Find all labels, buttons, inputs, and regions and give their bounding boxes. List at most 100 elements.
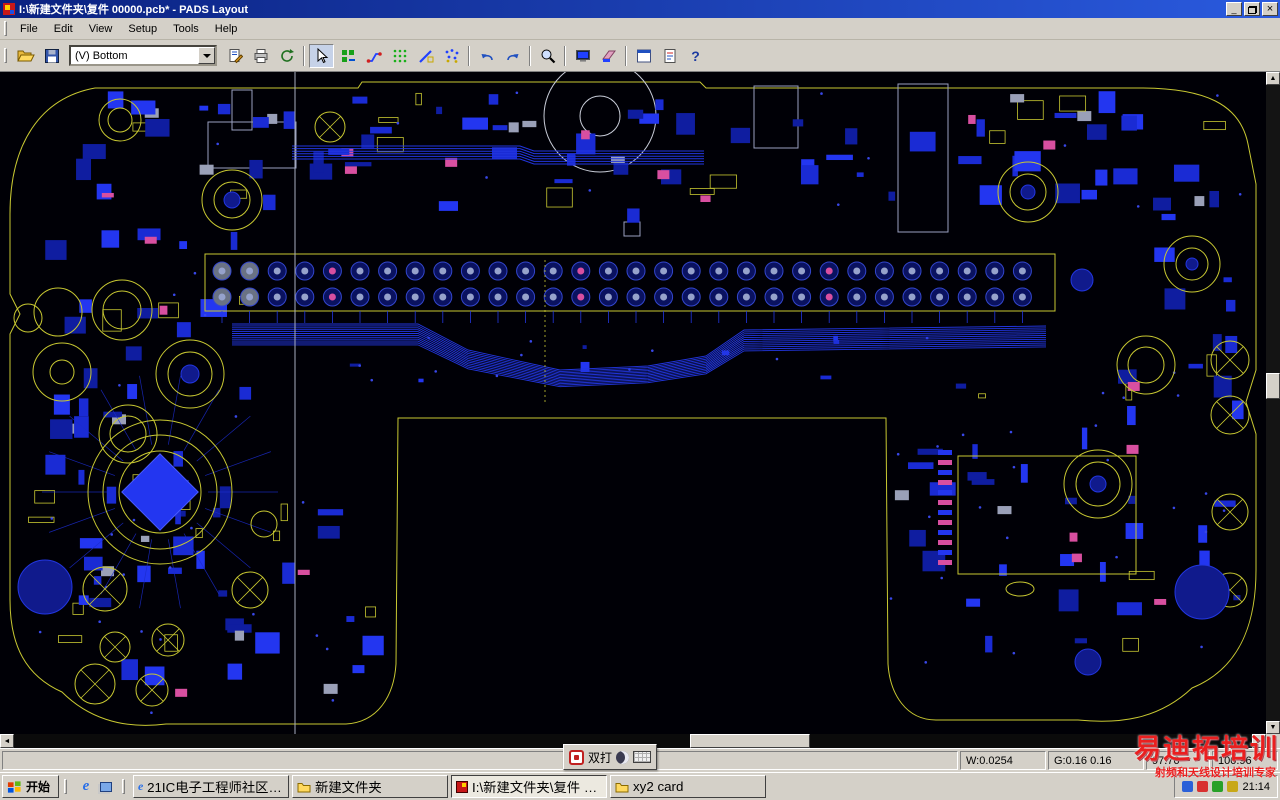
restore-button[interactable] <box>1244 2 1260 16</box>
ie-icon: e <box>138 779 144 793</box>
scrollbar-corner <box>1266 734 1280 748</box>
toolbar: (V) Bottom ? <box>0 40 1280 72</box>
menu-view[interactable]: View <box>81 20 121 38</box>
ime-input-method-icon[interactable] <box>569 749 584 765</box>
ime-mode-label[interactable]: 双打 <box>588 749 612 766</box>
tray-icon[interactable] <box>1227 781 1239 792</box>
redo-icon <box>506 53 518 60</box>
taskband-grip[interactable] <box>122 779 126 794</box>
drafting-toolbar-button[interactable] <box>413 44 438 68</box>
pcb-canvas[interactable] <box>0 72 1266 734</box>
dimension-toolbar-button[interactable] <box>439 44 464 68</box>
pads-layout-window: I:\新建文件夹\复件 00000.pcb* - PADS Layout _ ×… <box>0 0 1280 800</box>
folder-icon <box>297 782 311 792</box>
help-icon: ? <box>691 47 700 64</box>
select-mode-button[interactable] <box>309 43 334 68</box>
horizontal-scroll-thumb[interactable] <box>690 734 810 748</box>
menu-tools[interactable]: Tools <box>165 20 207 38</box>
window-title: I:\新建文件夹\复件 00000.pcb* - PADS Layout <box>19 4 249 16</box>
pour-button[interactable] <box>596 44 621 68</box>
minimize-button[interactable]: _ <box>1226 2 1242 16</box>
help-button[interactable]: ? <box>683 44 708 68</box>
layer-dropdown[interactable]: (V) Bottom <box>69 45 217 66</box>
redo-button[interactable] <box>500 44 525 68</box>
report-button[interactable] <box>657 44 682 68</box>
save-icon <box>44 48 59 63</box>
print-button[interactable] <box>248 44 273 68</box>
pads-icon <box>456 780 469 793</box>
canvas-area: ▲ ▼ <box>0 72 1280 734</box>
board-monitor-button[interactable] <box>570 44 595 68</box>
scroll-down-button[interactable]: ▼ <box>1266 721 1280 734</box>
drafting-toolbar-icon <box>418 49 433 63</box>
toolbar-grip[interactable] <box>4 48 7 63</box>
status-y-coordinate: 100.96 <box>1212 751 1278 770</box>
zoom-button[interactable] <box>535 44 560 68</box>
open-button[interactable] <box>13 44 38 68</box>
windows-flag-icon <box>7 780 21 793</box>
vertical-scroll-track[interactable] <box>1266 85 1280 721</box>
print-icon <box>254 48 267 63</box>
tray-icon[interactable] <box>1212 781 1224 792</box>
ime-fullwidth-icon[interactable] <box>616 750 630 764</box>
undo-button[interactable] <box>474 44 499 68</box>
vertical-scroll-thumb[interactable] <box>1266 373 1280 399</box>
select-arrow-icon <box>317 47 328 63</box>
close-button[interactable]: × <box>1262 2 1278 16</box>
start-button[interactable]: 开始 <box>2 775 60 798</box>
board-monitor-icon <box>575 49 590 62</box>
quicklaunch-desktop-icon[interactable] <box>97 778 115 796</box>
pour-icon <box>601 50 616 62</box>
task-button-21ic[interactable]: e 21IC电子工程师社区 - ... <box>133 775 290 798</box>
task-button-folder[interactable]: 新建文件夹 <box>292 775 449 798</box>
redraw-icon <box>280 48 294 62</box>
toolbar-separator <box>303 45 305 66</box>
dimension-toolbar-icon <box>445 48 458 63</box>
eco-button[interactable] <box>222 44 247 68</box>
ime-toolbar[interactable]: 双打 <box>563 744 658 770</box>
menubar-grip[interactable] <box>4 21 7 36</box>
toolbar-separator <box>564 45 566 66</box>
tray-icon[interactable] <box>1197 781 1209 792</box>
quicklaunch-ie-icon[interactable]: e <box>77 778 95 796</box>
window-layers-button[interactable] <box>631 44 656 68</box>
open-icon <box>16 50 35 61</box>
quicklaunch-grip[interactable] <box>64 779 68 794</box>
vertical-scrollbar[interactable]: ▲ ▼ <box>1266 72 1280 734</box>
system-tray: 21:14 <box>1174 775 1278 798</box>
eco-icon <box>229 48 243 63</box>
router-toolbar-button[interactable] <box>361 44 386 68</box>
grid-button[interactable] <box>387 44 412 68</box>
menu-file[interactable]: File <box>12 20 46 38</box>
menu-setup[interactable]: Setup <box>120 20 165 38</box>
toolbar-separator <box>468 45 470 66</box>
status-grid: G:0.16 0.16 <box>1048 751 1144 770</box>
zoom-icon <box>541 49 555 63</box>
router-toolbar-icon <box>366 51 382 63</box>
window-icon <box>636 49 651 62</box>
chevron-down-icon[interactable] <box>198 47 215 64</box>
task-button-xy2card[interactable]: xy2 card <box>610 775 767 798</box>
layer-dropdown-value: (V) Bottom <box>75 49 128 62</box>
toolbar-separator <box>529 45 531 66</box>
scroll-right-button[interactable]: ► <box>1252 734 1266 748</box>
redraw-button[interactable] <box>274 44 299 68</box>
folder-icon <box>615 782 629 792</box>
save-button[interactable] <box>39 44 64 68</box>
titlebar: I:\新建文件夹\复件 00000.pcb* - PADS Layout _ × <box>0 0 1280 18</box>
menu-edit[interactable]: Edit <box>46 20 81 38</box>
tray-icon[interactable] <box>1182 781 1194 792</box>
design-toolbar-icon <box>341 49 355 62</box>
menu-help[interactable]: Help <box>207 20 246 38</box>
ime-keyboard-icon[interactable] <box>633 751 652 763</box>
grid-icon <box>393 49 406 62</box>
scroll-up-button[interactable]: ▲ <box>1266 72 1280 85</box>
scroll-left-button[interactable]: ◄ <box>0 734 14 748</box>
restore-icon <box>1247 6 1257 14</box>
undo-icon <box>481 53 493 60</box>
start-label: 开始 <box>26 780 51 794</box>
task-button-pads-active[interactable]: I:\新建文件夹\复件 00... <box>451 775 608 798</box>
tray-clock[interactable]: 21:14 <box>1242 781 1270 793</box>
design-toolbar-button[interactable] <box>335 44 360 68</box>
report-icon <box>664 48 675 63</box>
